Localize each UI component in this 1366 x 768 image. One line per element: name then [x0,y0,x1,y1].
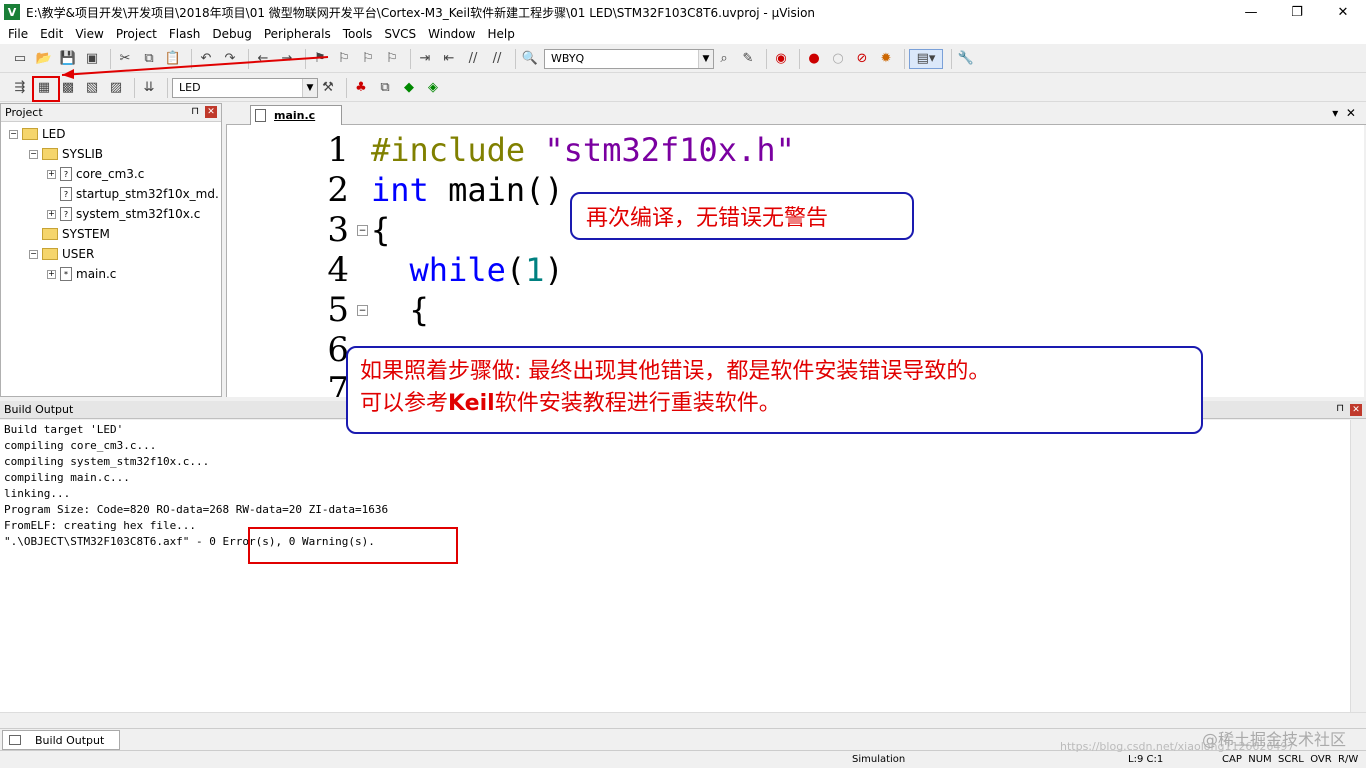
editor-tab-bar: main.c ▾ ✕ [226,103,1366,125]
fold-toggle-icon[interactable]: − [357,305,368,316]
tab-label: Build Output [35,733,105,747]
code-line-4: while(1) [371,251,564,289]
line-number: 6 [327,330,349,370]
tree-node-label: SYSTEM [62,227,110,241]
tree-node-label: main.c [76,267,117,281]
build-output-title: Build Output [4,403,74,416]
asm-file-icon: ? [60,187,72,201]
tab-main-c[interactable]: main.c [250,105,342,125]
code-line-3: { [371,211,391,249]
tree-node-label: LED [42,127,66,141]
tab-build-output[interactable]: Build Output [2,730,120,750]
line-number: 2 [327,170,349,210]
project-panel-title: Project [5,106,43,119]
tree-node-label: startup_stm32f10x_md. [76,187,219,201]
collapse-icon[interactable]: − [9,129,18,139]
tree-node-core-cm3[interactable]: + ? core_cm3.c [47,164,144,184]
collapse-icon[interactable]: − [29,149,38,159]
tab-controls[interactable]: ▾ ✕ [1332,106,1356,120]
callout-line-1: 如果照着步骤做: 最终出现其他错误，都是软件安装错误导致的。 [360,359,991,384]
close-icon[interactable]: ✕ [1350,404,1362,416]
annotation-callout-errors: 如果照着步骤做: 最终出现其他错误，都是软件安装错误导致的。 可以参考Keil软… [346,346,1203,434]
build-output-line: compiling core_cm3.c... [4,439,157,452]
file-icon [255,109,266,122]
build-output-line: ".\OBJECT\STM32F103C8T6.axf" - 0 Error(s… [4,535,375,548]
expand-icon[interactable]: + [47,169,56,179]
build-output-line: compiling main.c... [4,471,130,484]
code-line-1: #include "stm32f10x.h" [371,131,795,169]
vertical-scrollbar[interactable] [1350,420,1366,712]
error-count-highlight [248,527,458,564]
close-icon[interactable]: ✕ [205,106,217,118]
c-file-icon: ? [60,167,72,181]
tree-node-led[interactable]: − LED [9,124,66,144]
expand-icon[interactable]: + [47,209,56,219]
line-number: 7 [327,370,349,397]
status-mode: Simulation [852,754,906,765]
tree-node-label: USER [62,247,95,261]
watermark: @稀土掘金技术社区 [1201,730,1346,749]
expand-icon[interactable]: + [47,269,56,279]
project-panel-header: Project ⊓ ✕ [1,104,221,122]
callout-line-2: 可以参考Keil软件安装教程进行重装软件。 [360,391,781,416]
fold-toggle-icon[interactable]: − [357,225,368,236]
c-file-icon: * [60,267,72,281]
tree-node-main-c[interactable]: + * main.c [47,264,116,284]
project-panel: Project ⊓ ✕ − LED − SYSLIB + ? core_cm3.… [0,103,222,397]
tree-node-system-stm32[interactable]: + ? system_stm32f10x.c [47,204,200,224]
build-output-window[interactable]: Build target 'LED' compiling core_cm3.c.… [0,420,1350,712]
build-output-icon [9,735,21,745]
status-flags: CAP NUM SCRL OVR R/W [1222,754,1359,765]
horizontal-scrollbar[interactable] [0,712,1366,728]
build-output-line: Program Size: Code=820 RO-data=268 RW-da… [4,503,389,516]
code-line-2: int main() [371,171,564,209]
tree-node-user[interactable]: − USER [29,244,94,264]
folder-icon [42,148,58,160]
tree-node-system[interactable]: SYSTEM [42,224,110,244]
line-gutter: 1 2 3 4 5 6 7 [227,125,357,397]
c-file-icon: ? [60,207,72,221]
tree-node-label: core_cm3.c [76,167,145,181]
tree-node-syslib[interactable]: − SYSLIB [29,144,103,164]
line-number: 1 [327,130,349,170]
annotation-callout-compile: 再次编译，无错误无警告 [570,192,914,240]
folder-icon [42,228,58,240]
pin-icon[interactable]: ⊓ [191,106,199,117]
build-output-line: FromELF: creating hex file... [4,519,197,532]
collapse-icon[interactable]: − [29,249,38,259]
tree-node-label: system_stm32f10x.c [76,207,201,221]
code-line-5: { [371,291,429,329]
folder-icon [22,128,38,140]
folder-icon [42,248,58,260]
line-number: 3 [327,210,349,250]
tree-node-label: SYSLIB [62,147,104,161]
build-output-line: compiling system_stm32f10x.c... [4,455,210,468]
build-output-line: linking... [4,487,71,500]
tab-label: main.c [274,109,316,122]
pin-icon[interactable]: ⊓ [1336,403,1344,414]
line-number: 4 [327,250,349,290]
line-number: 5 [327,290,349,330]
status-cursor-position: L:9 C:1 [1128,754,1164,765]
tree-node-startup[interactable]: ? startup_stm32f10x_md. [60,184,219,204]
